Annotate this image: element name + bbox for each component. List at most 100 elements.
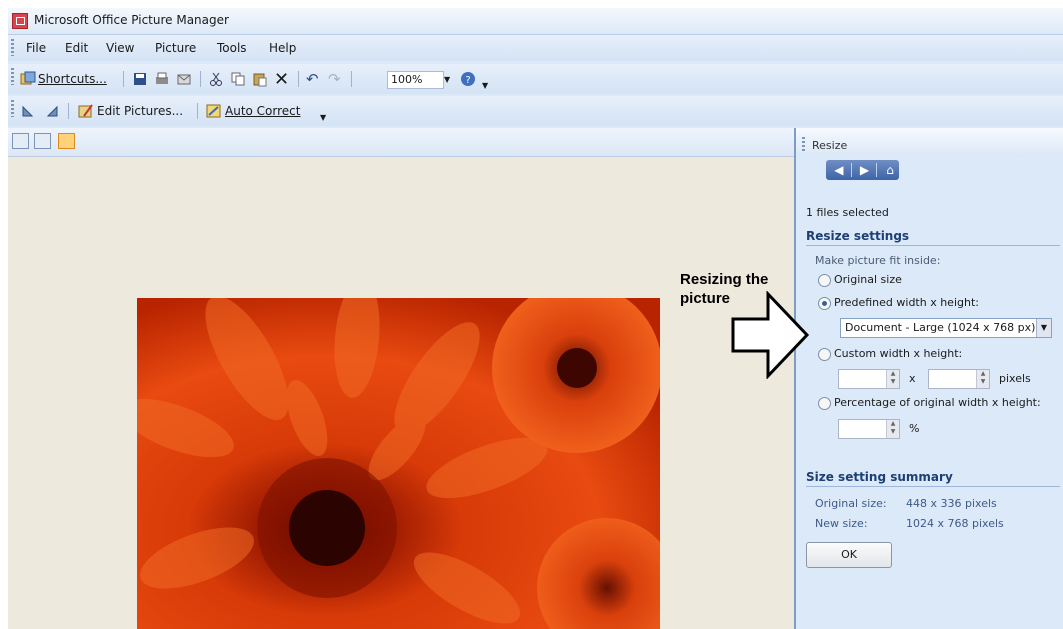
auto-correct-button[interactable]: Auto Correct	[206, 102, 300, 120]
edit-pictures-label: Edit Pictures...	[97, 104, 184, 118]
percentage-input[interactable]: ▲ ▼	[838, 419, 900, 439]
separator	[876, 163, 878, 177]
divider	[806, 245, 1060, 246]
copy-icon	[230, 71, 246, 87]
spin-arrows-icon[interactable]: ▲ ▼	[976, 370, 989, 388]
forward-icon: ▶	[859, 163, 870, 177]
custom-height-input[interactable]: ▲ ▼	[928, 369, 990, 389]
email-icon	[176, 71, 192, 87]
separator	[351, 71, 352, 87]
home-button[interactable]: ⌂	[881, 162, 899, 178]
menu-file[interactable]: File	[26, 41, 46, 55]
divider	[806, 486, 1060, 487]
annotation-line-1: Resizing the	[680, 271, 769, 288]
scissors-icon	[208, 71, 224, 87]
email-button[interactable]	[176, 70, 192, 88]
zoom-input[interactable]: 100%	[387, 71, 444, 89]
redo-button[interactable]: ↷	[328, 70, 341, 88]
save-button[interactable]	[132, 70, 148, 88]
forward-button[interactable]: ▶	[856, 162, 874, 178]
shortcuts-button[interactable]: Shortcuts...	[20, 70, 107, 88]
files-selected-text: 1 files selected	[806, 206, 889, 219]
menu-picture[interactable]: Picture	[155, 41, 196, 55]
pane-navigation: ◀ ▶ ⌂	[826, 160, 899, 180]
spin-arrows-icon[interactable]: ▲ ▼	[886, 420, 899, 438]
back-button[interactable]: ◀	[830, 162, 848, 178]
picture-toolbar: Edit Pictures... Auto Correct ▼	[8, 96, 1063, 126]
menu-help[interactable]: Help	[269, 41, 296, 55]
percentage-radio[interactable]	[818, 397, 831, 410]
original-size-summary-label: Original size:	[815, 497, 887, 510]
rotate-right-icon	[44, 103, 60, 119]
single-picture-view-button[interactable]	[58, 133, 75, 149]
chevron-down-icon: ▼	[482, 80, 489, 90]
summary-heading: Size setting summary	[806, 470, 953, 484]
custom-width-input[interactable]: ▲ ▼	[838, 369, 900, 389]
menu-tools[interactable]: Tools	[217, 41, 247, 55]
percentage-label: Percentage of original width x height:	[834, 396, 1041, 409]
home-icon: ⌂	[886, 163, 894, 177]
auto-correct-label: Auto Correct	[225, 104, 301, 118]
filmstrip-view-button[interactable]	[34, 133, 51, 149]
menu-edit[interactable]: Edit	[65, 41, 88, 55]
times-label: x	[909, 372, 916, 385]
predefined-label: Predefined width x height:	[834, 296, 979, 309]
ok-button[interactable]: OK	[806, 542, 892, 568]
toolbar-options-button[interactable]: ▼	[320, 108, 326, 126]
standard-toolbar: Shortcuts... ✕ ↶ ↷ 100% ▼ ? ▼	[8, 64, 1063, 94]
original-size-label: Original size	[834, 273, 902, 286]
app-logo-icon	[12, 13, 28, 29]
spin-arrows-icon[interactable]: ▲ ▼	[886, 370, 899, 388]
picture-canvas	[8, 157, 795, 629]
fit-inside-label: Make picture fit inside:	[815, 254, 941, 267]
auto-correct-icon	[206, 103, 222, 119]
print-button[interactable]	[154, 70, 170, 88]
rotate-right-button[interactable]	[44, 102, 60, 120]
pane-header: Resize	[796, 128, 1063, 156]
flower-photo	[137, 298, 660, 629]
paste-icon	[252, 71, 268, 87]
undo-button[interactable]: ↶	[306, 70, 319, 88]
separator	[197, 103, 198, 119]
separator	[850, 163, 852, 177]
original-size-summary-value: 448 x 336 pixels	[906, 497, 997, 510]
delete-button[interactable]: ✕	[274, 68, 290, 90]
custom-size-label: Custom width x height:	[834, 347, 963, 360]
zoom-dropdown-button[interactable]: ▼	[444, 70, 450, 88]
app-window: Microsoft Office Picture Manager File Ed…	[8, 8, 1063, 629]
back-icon: ◀	[834, 163, 844, 177]
chevron-down-icon: ▼	[444, 74, 451, 84]
menu-view[interactable]: View	[106, 41, 134, 55]
edit-pictures-button[interactable]: Edit Pictures...	[78, 102, 183, 120]
pixels-label: pixels	[999, 372, 1031, 385]
thumbnail-view-button[interactable]	[12, 133, 29, 149]
original-size-radio[interactable]	[818, 274, 831, 287]
rotate-left-button[interactable]	[20, 102, 36, 120]
shortcuts-icon	[20, 71, 36, 87]
new-size-summary-label: New size:	[815, 517, 868, 530]
predefined-radio[interactable]	[818, 297, 831, 310]
delete-icon: ✕	[274, 68, 290, 90]
resize-task-pane: Resize ◀ ▶ ⌂ 1 files selected Resize set…	[794, 128, 1063, 629]
pane-title: Resize	[812, 139, 848, 152]
annotation-arrow-icon	[731, 291, 810, 379]
custom-size-radio[interactable]	[818, 348, 831, 361]
help-icon: ?	[460, 71, 476, 87]
svg-text:?: ?	[465, 75, 470, 86]
shortcuts-label: Shortcuts...	[38, 72, 107, 86]
toolbar-options-button[interactable]: ▼	[482, 76, 488, 94]
redo-icon: ↷	[328, 70, 341, 88]
print-icon	[154, 71, 170, 87]
paste-button[interactable]	[252, 70, 268, 88]
chevron-down-icon[interactable]: ▼	[1036, 319, 1051, 337]
save-icon	[132, 71, 148, 87]
title-bar: Microsoft Office Picture Manager	[8, 8, 1063, 35]
copy-button[interactable]	[230, 70, 246, 88]
separator	[298, 71, 299, 87]
separator	[200, 71, 201, 87]
predefined-size-select[interactable]: Document - Large (1024 x 768 px) ▼	[840, 318, 1052, 338]
cut-button[interactable]	[208, 70, 224, 88]
help-button[interactable]: ?	[460, 70, 476, 88]
grip-icon	[802, 137, 805, 151]
predefined-size-value: Document - Large (1024 x 768 px)	[845, 321, 1036, 334]
